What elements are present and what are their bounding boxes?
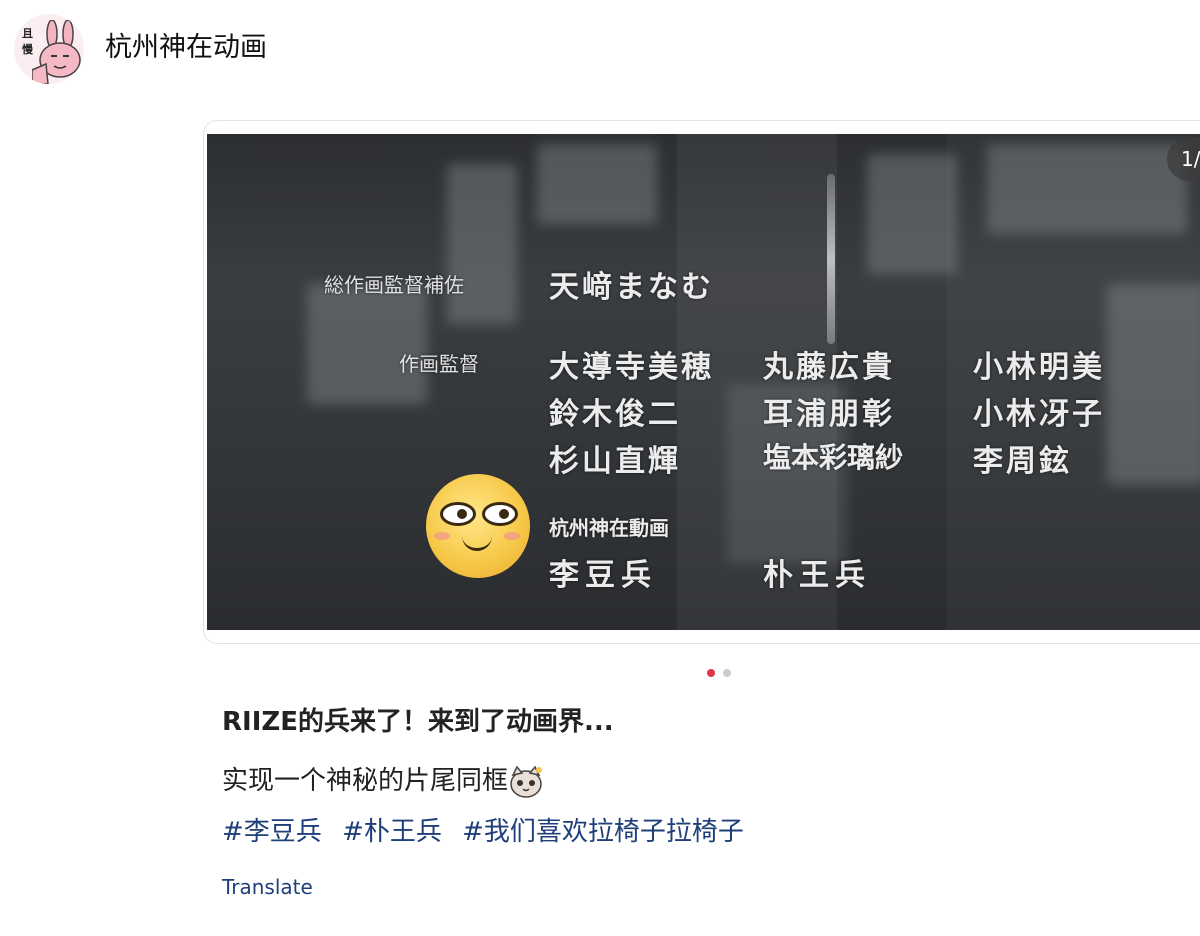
credit-name: 天﨑まなむ bbox=[549, 270, 714, 305]
credit-name: 小林明美 bbox=[973, 350, 1105, 385]
carousel-pagination[interactable] bbox=[707, 662, 734, 681]
credit-name: 李豆兵 bbox=[549, 558, 657, 593]
credit-name: 丸藤広貴 bbox=[763, 350, 895, 385]
smug-face-emoji-icon bbox=[426, 474, 530, 578]
credit-name: 朴王兵 bbox=[763, 558, 871, 593]
avatar[interactable]: 且 慢 bbox=[14, 14, 84, 84]
credit-name: 鈴木俊二 bbox=[549, 397, 681, 432]
credit-name: 小林冴子 bbox=[973, 397, 1105, 432]
post-title: RIIZE的兵来了！来到了动画界... bbox=[222, 707, 614, 737]
post-description-text: 实现一个神秘的片尾同框 bbox=[222, 766, 509, 796]
pagination-dot[interactable] bbox=[723, 669, 732, 677]
cat-sticker-icon bbox=[508, 765, 544, 799]
hashtag-link[interactable]: #我们喜欢拉椅子拉椅子 bbox=[462, 817, 744, 847]
credit-name: 李周鉉 bbox=[973, 444, 1072, 479]
username[interactable]: 杭州神在动画 bbox=[105, 30, 267, 66]
hashtag-list: #李豆兵 #朴王兵 #我们喜欢拉椅子拉椅子 bbox=[222, 812, 756, 852]
credit-name: 耳浦朋彰 bbox=[763, 397, 895, 432]
credit-label-animation-director: 作画監督 bbox=[399, 352, 479, 376]
credit-label-chief-animation-assistant: 総作画監督補佐 bbox=[324, 273, 464, 297]
hashtag-link[interactable]: #李豆兵 bbox=[222, 817, 322, 847]
rabbit-icon bbox=[32, 20, 81, 84]
hashtag-link[interactable]: #朴王兵 bbox=[342, 817, 442, 847]
post-description: 实现一个神秘的片尾同框 bbox=[222, 762, 544, 800]
anime-credits-image: 総作画監督補佐 天﨑まなむ 作画監督 大導寺美穂 丸藤広貴 小林明美 鈴木俊二 … bbox=[207, 134, 1200, 630]
credit-name: 杉山直輝 bbox=[549, 444, 681, 479]
pagination-dot-active[interactable] bbox=[707, 669, 715, 677]
credit-name: 塩本彩璃紗 bbox=[763, 441, 904, 474]
credit-label-studio: 杭州神在動画 bbox=[549, 516, 669, 540]
translate-link[interactable]: Translate bbox=[222, 872, 313, 902]
image-carousel[interactable]: 総作画監督補佐 天﨑まなむ 作画監督 大導寺美穂 丸藤広貴 小林明美 鈴木俊二 … bbox=[203, 120, 1200, 644]
credit-name: 大導寺美穂 bbox=[549, 350, 714, 385]
